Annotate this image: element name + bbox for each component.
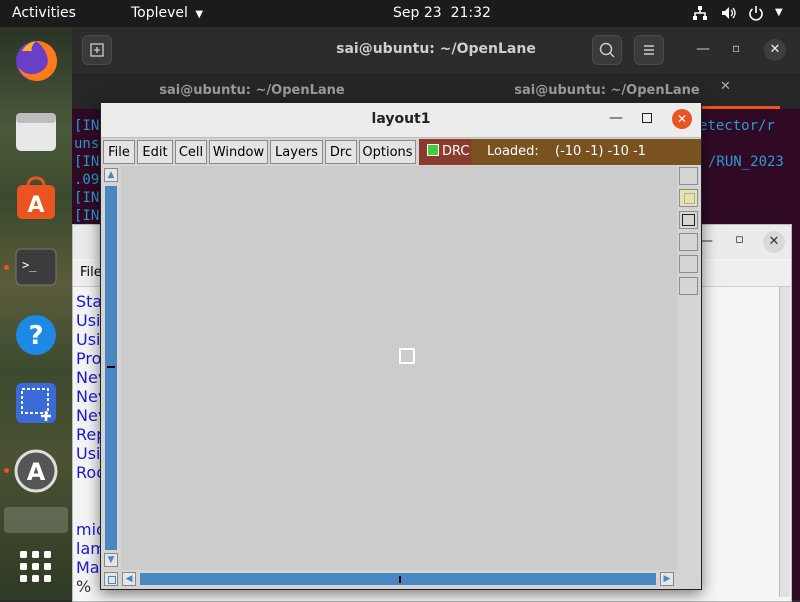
maximize-icon[interactable]: ▫: [735, 232, 744, 247]
output-line: Ma: [76, 558, 100, 577]
svg-text:>_: >_: [22, 258, 37, 272]
terminal-tab-2-label: sai@ubuntu: ~/OpenLane: [514, 83, 700, 98]
menu-cell[interactable]: Cell: [175, 140, 207, 164]
app-menu-label: Toplevel: [131, 5, 188, 21]
chevron-down-icon: ▼: [195, 9, 204, 20]
zoom-corner-button[interactable]: [104, 572, 118, 586]
zoom-box-button[interactable]: [679, 167, 698, 185]
menu-window[interactable]: Window: [209, 140, 268, 164]
close-icon[interactable]: ✕: [764, 39, 786, 61]
close-icon[interactable]: ✕: [672, 109, 692, 129]
box-tool-button[interactable]: [679, 211, 698, 229]
terminal-line: [IN: [74, 190, 100, 206]
tool-button[interactable]: [679, 277, 698, 295]
square-icon: [684, 193, 695, 204]
firefox-icon[interactable]: [12, 37, 60, 85]
terminal-line: uns: [74, 136, 100, 152]
menu-file[interactable]: File: [103, 140, 135, 164]
drc-toggle[interactable]: DRC: [419, 139, 471, 165]
tool-button[interactable]: [679, 233, 698, 251]
scroll-left-icon[interactable]: ◀: [122, 572, 136, 586]
hamburger-menu-button[interactable]: [634, 35, 664, 65]
date-label: Sep 23: [393, 5, 442, 21]
status-label: Loaded:: [487, 144, 539, 159]
close-icon[interactable]: ✕: [763, 231, 785, 253]
app-menu[interactable]: Toplevel ▼: [131, 5, 203, 21]
minimize-icon[interactable]: —: [609, 110, 623, 126]
checkbox-icon: [427, 144, 439, 156]
terminal-line: [IN: [74, 208, 100, 224]
help-icon[interactable]: ?: [12, 311, 60, 359]
svg-text:?: ?: [28, 321, 43, 351]
system-menu-chevron-icon[interactable]: ▼: [775, 7, 783, 18]
terminal-icon[interactable]: >_: [12, 243, 60, 291]
svg-text:A: A: [27, 458, 46, 486]
menu-layers[interactable]: Layers: [270, 140, 323, 164]
dock-divider: [4, 507, 68, 533]
clock[interactable]: Sep 23 21:32: [393, 5, 491, 21]
layout-menubar: File Edit Cell Window Layers Drc Options…: [101, 139, 701, 185]
output-line: Usi: [76, 330, 101, 349]
top-bar: Activities Toplevel ▼ Sep 23 21:32 ▼: [0, 0, 800, 27]
output-line: Pro: [76, 349, 102, 368]
maximize-icon[interactable]: [642, 113, 652, 123]
layout-titlebar: layout1 — ✕: [101, 103, 701, 138]
software-icon[interactable]: A: [12, 175, 60, 223]
layer-button[interactable]: [679, 189, 698, 207]
terminal-title: sai@ubuntu: ~/OpenLane: [336, 41, 536, 57]
status-bar: Loaded: (-10 -1) -10 -1 microns: [471, 139, 701, 185]
tab-close-icon[interactable]: ✕: [720, 79, 731, 94]
vertical-scrollbar[interactable]: ▲ ▼: [102, 166, 120, 570]
volume-icon[interactable]: [721, 5, 737, 25]
square-icon: [682, 214, 695, 226]
terminal-line: .09: [74, 172, 100, 188]
running-indicator: [4, 265, 9, 270]
dock: A >_ ? A: [0, 27, 72, 600]
time-label: 21:32: [450, 5, 491, 21]
output-prompt: %: [76, 577, 92, 596]
tool-button[interactable]: [679, 255, 698, 273]
terminal-line: /RUN_2023: [708, 154, 784, 170]
output-line: Usi: [76, 311, 101, 330]
menu-edit[interactable]: Edit: [137, 140, 173, 164]
minimize-icon[interactable]: —: [696, 41, 710, 57]
layout-canvas[interactable]: [121, 166, 677, 570]
horizontal-scroll-thumb[interactable]: [140, 573, 656, 585]
scroll-down-icon[interactable]: ▼: [104, 553, 118, 567]
menu-file[interactable]: File: [80, 265, 102, 280]
scroll-right-icon[interactable]: ▶: [660, 572, 674, 586]
network-icon[interactable]: [692, 5, 708, 25]
terminal-line: [IN: [74, 118, 100, 134]
terminal-line: etector/r: [699, 118, 775, 134]
drc-label: DRC: [442, 144, 470, 159]
scroll-up-icon[interactable]: ▲: [104, 168, 118, 182]
running-indicator: [4, 468, 9, 473]
cursor-box: [399, 348, 415, 364]
output-line: Sta: [76, 292, 103, 311]
vertical-scroll-thumb[interactable]: [105, 186, 117, 550]
terminal-line: [IN: [74, 154, 100, 170]
maximize-icon[interactable]: ▫: [732, 41, 740, 55]
output-scrollbar[interactable]: [779, 287, 790, 597]
activities-button[interactable]: Activities: [12, 5, 76, 21]
terminal-header: sai@ubuntu: ~/OpenLane — ▫ ✕: [72, 27, 800, 73]
svg-text:A: A: [27, 193, 44, 218]
layout-window[interactable]: layout1 — ✕ File Edit Cell Window Layers…: [100, 102, 702, 590]
files-icon[interactable]: [12, 107, 60, 155]
show-apps-icon[interactable]: [12, 543, 60, 591]
scroll-grip: [107, 366, 115, 368]
updater-icon[interactable]: A: [12, 447, 60, 495]
horizontal-scrollbar[interactable]: ◀ ▶: [102, 570, 678, 588]
power-icon[interactable]: [748, 5, 764, 25]
output-line: Usi: [76, 444, 101, 463]
scroll-grip: [399, 576, 401, 583]
square-icon: [108, 576, 116, 584]
menu-options[interactable]: Options: [359, 140, 416, 164]
menu-drc[interactable]: Drc: [325, 140, 357, 164]
screenshot-icon[interactable]: [12, 379, 60, 427]
search-button[interactable]: [592, 35, 622, 65]
